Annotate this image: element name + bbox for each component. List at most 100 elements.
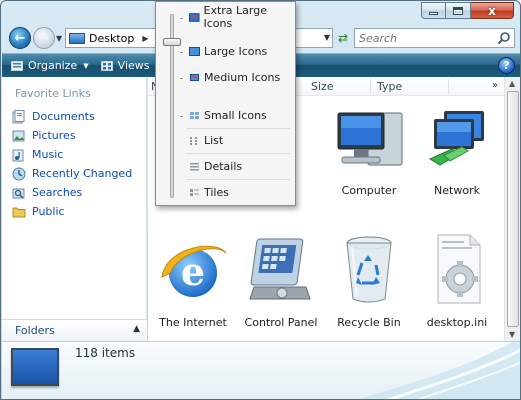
sidebar-item-music[interactable]: Music	[12, 145, 132, 164]
organize-button[interactable]: Organize ▼	[6, 55, 94, 77]
internet-explorer-icon: e	[161, 245, 227, 297]
search-input[interactable]	[359, 31, 489, 45]
menu-item-small-icons[interactable]: Small Icons	[189, 107, 267, 123]
menu-item-tiles[interactable]: Tiles	[189, 184, 229, 200]
item-count: 118 items	[75, 346, 136, 360]
help-button[interactable]: ?	[498, 57, 515, 74]
search-box[interactable]	[354, 28, 515, 48]
chevron-down-icon: ▼	[83, 61, 89, 70]
menu-item-label: Extra Large Icons	[203, 4, 267, 30]
menu-item-large-icons[interactable]: Large Icons	[189, 43, 267, 59]
desktop-item-desktop-ini[interactable]: desktop.ini	[415, 233, 499, 329]
item-label: Network	[434, 184, 480, 197]
menu-separator	[186, 179, 290, 180]
menu-item-details[interactable]: Details	[189, 158, 242, 174]
pictures-icon	[12, 130, 25, 141]
address-location[interactable]: Desktop	[89, 32, 134, 45]
desktop-item-network[interactable]: Network	[415, 109, 499, 197]
desktop-item-the-internet[interactable]: e The Internet	[151, 233, 235, 329]
settings-file-icon	[437, 234, 481, 304]
small-icons-icon	[190, 111, 199, 119]
sidebar-item-label: Documents	[32, 110, 95, 123]
sidebar-item-label: Pictures	[32, 129, 76, 142]
item-label: desktop.ini	[426, 316, 488, 329]
computer-icon	[337, 112, 403, 166]
views-menu: Extra Large Icons Large Icons Medium Ico…	[155, 1, 296, 206]
menu-item-label: Large Icons	[204, 44, 268, 58]
breadcrumb-chevron-icon[interactable]: ▶	[142, 34, 148, 43]
vertical-scrollbar[interactable]: ▲ ▼	[504, 77, 520, 341]
extra-large-icons-icon	[189, 12, 200, 22]
tiles-view-icon	[190, 188, 199, 196]
menu-item-label: Details	[204, 159, 243, 173]
close-icon: x	[488, 3, 496, 18]
favorite-links-list: Documents Pictures Music Recently Change…	[12, 107, 132, 221]
menu-item-label: Small Icons	[204, 108, 267, 122]
sidebar-item-documents[interactable]: Documents	[12, 107, 132, 126]
menu-separator	[186, 153, 290, 154]
menu-item-label: List	[204, 133, 224, 147]
minimize-button[interactable]	[421, 2, 446, 19]
refresh-icon: ⇄	[337, 31, 349, 45]
sidebar-item-label: Music	[32, 148, 64, 161]
sidebar-item-pictures[interactable]: Pictures	[12, 126, 132, 145]
minimize-icon	[429, 12, 438, 15]
back-arrow-icon: ←	[14, 30, 26, 46]
desktop-item-computer[interactable]: Computer	[327, 109, 411, 197]
sidebar-item-recently-changed[interactable]: Recently Changed	[12, 164, 132, 183]
control-panel-icon	[249, 238, 311, 300]
forward-button[interactable]: →	[33, 27, 55, 49]
sidebar-item-label: Public	[32, 205, 65, 218]
menu-item-list[interactable]: List	[189, 132, 223, 148]
sidebar-item-public[interactable]: Public	[12, 202, 132, 221]
search-icon[interactable]	[497, 31, 511, 45]
column-size-header[interactable]: Size	[311, 80, 334, 93]
maximize-icon	[453, 6, 463, 15]
forward-arrow-icon: →	[38, 30, 50, 46]
close-button[interactable]: x	[471, 2, 514, 19]
desktop-item-recycle-bin[interactable]: Recycle Bin	[327, 233, 411, 329]
searches-icon	[12, 188, 25, 199]
chevron-up-icon: ▲	[133, 324, 140, 334]
back-button[interactable]: ←	[9, 27, 31, 49]
public-folder-icon	[12, 207, 26, 217]
desktop-item-control-panel[interactable]: Control Panel	[239, 233, 323, 329]
large-icons-icon	[189, 46, 200, 56]
music-icon	[12, 149, 24, 161]
network-icon	[428, 111, 484, 166]
details-view-icon	[190, 162, 199, 170]
sidebar-item-label: Searches	[32, 186, 83, 199]
item-label: The Internet	[159, 316, 227, 329]
recent-pages-dropdown[interactable]: ▼	[56, 34, 64, 43]
sidebar-item-searches[interactable]: Searches	[12, 183, 132, 202]
organize-label: Organize	[28, 59, 78, 72]
menu-item-medium-icons[interactable]: Medium Icons	[189, 69, 280, 85]
menu-item-label: Tiles	[204, 185, 229, 199]
scroll-down-icon[interactable]: ▼	[509, 330, 515, 339]
desktop-thumbnail	[11, 348, 59, 386]
address-dropdown-icon[interactable]: ▼	[324, 33, 330, 42]
recently-changed-icon	[12, 167, 26, 180]
scrollbar-thumb[interactable]	[507, 91, 519, 327]
view-size-slider-thumb[interactable]	[163, 38, 181, 46]
explorer-window: x ← → ▼ Desktop ▶ ▼ ⇄ Organize ▼	[0, 0, 521, 400]
column-divider[interactable]	[370, 79, 371, 94]
slider-tick	[180, 116, 183, 117]
sidebar-item-label: Recently Changed	[32, 167, 133, 180]
menu-item-extra-large-icons[interactable]: Extra Large Icons	[189, 4, 295, 30]
recycle-bin-icon	[346, 236, 392, 303]
maximize-button[interactable]	[446, 2, 471, 19]
column-type-header[interactable]: Type	[377, 80, 402, 93]
list-view-icon	[190, 136, 197, 145]
item-label: Control Panel	[244, 316, 318, 329]
organize-icon	[11, 60, 23, 71]
slider-tick	[180, 52, 183, 53]
more-columns-icon[interactable]: »	[492, 80, 498, 91]
scroll-up-icon[interactable]: ▲	[509, 79, 515, 88]
folders-toggle[interactable]: Folders ▲	[2, 319, 147, 341]
navigation-pane: Favorite Links Documents Pictures Music …	[2, 77, 147, 341]
desktop-icon	[69, 32, 85, 44]
refresh-button[interactable]: ⇄	[335, 30, 351, 46]
caption-buttons: x	[421, 2, 514, 19]
column-divider[interactable]	[448, 79, 449, 94]
